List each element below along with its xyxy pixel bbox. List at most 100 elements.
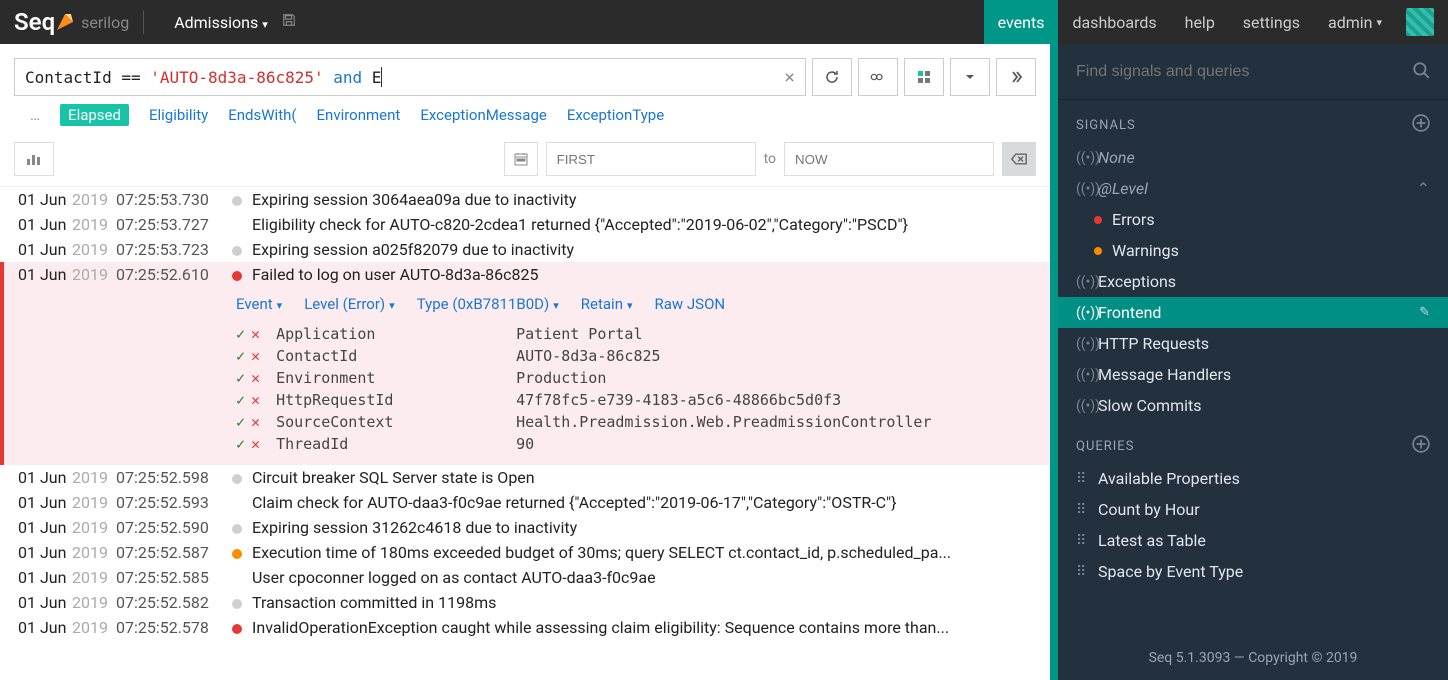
signal-frontend[interactable]: ((•))Frontend✎ [1058, 297, 1448, 328]
nav-dashboards[interactable]: dashboards [1058, 0, 1170, 44]
link-button[interactable] [858, 58, 898, 96]
include-prop-button[interactable]: ✓ [236, 435, 245, 453]
include-prop-button[interactable]: ✓ [236, 391, 245, 409]
events-list: 01 Jun 2019 07:25:53.730 Expiring sessio… [0, 187, 1050, 680]
nav-settings[interactable]: settings [1229, 0, 1314, 44]
suggestion[interactable]: Eligibility [149, 106, 208, 124]
app-name: serilog [81, 13, 129, 32]
calendar-button[interactable] [504, 142, 538, 176]
event-date: 01 Jun [18, 568, 72, 587]
signal-warnings[interactable]: Warnings [1058, 235, 1448, 266]
event-date: 01 Jun [18, 240, 72, 259]
action-retain[interactable]: Retain [581, 295, 633, 313]
event-row[interactable]: 01 Jun 2019 07:25:53.723 Expiring sessio… [0, 237, 1050, 262]
property-value: 90 [516, 435, 534, 453]
property-key: SourceContext [276, 413, 516, 431]
query-space-by-type[interactable]: ⠿Space by Event Type [1058, 556, 1448, 587]
property-key: Environment [276, 369, 516, 387]
nav-events[interactable]: events [984, 0, 1059, 44]
event-row[interactable]: 01 Jun 2019 07:25:52.578 InvalidOperatio… [0, 615, 1050, 640]
property-row: ✓ ✕ Application Patient Portal [236, 323, 1036, 345]
logo: Seq [14, 8, 73, 36]
signal-slow[interactable]: ((•))Slow Commits [1058, 390, 1448, 421]
suggestion[interactable]: Environment [317, 106, 401, 124]
suggestion[interactable]: ExceptionMessage [420, 106, 547, 124]
chevron-up-icon[interactable]: ⌃ [1417, 179, 1430, 198]
suggestion[interactable]: ExceptionType [567, 106, 664, 124]
event-row[interactable]: 01 Jun 2019 07:25:52.593 Claim check for… [0, 490, 1050, 515]
search-icon[interactable] [1412, 61, 1430, 83]
event-time: 07:25:52.578 [116, 618, 226, 637]
expand-button[interactable] [996, 58, 1036, 96]
event-date: 01 Jun [18, 190, 72, 209]
grid-view-button[interactable] [904, 58, 944, 96]
workspace-dropdown[interactable]: Admissions [174, 13, 268, 32]
more-dropdown-button[interactable] [950, 58, 990, 96]
include-prop-button[interactable]: ✓ [236, 413, 245, 431]
event-row[interactable]: 01 Jun 2019 07:25:52.587 Execution time … [0, 540, 1050, 565]
pencil-icon[interactable]: ✎ [1419, 305, 1430, 320]
suggestion-chip[interactable]: Elapsed [60, 104, 129, 126]
event-row[interactable]: 01 Jun 2019 07:25:52.582 Transaction com… [0, 590, 1050, 615]
exclude-prop-button[interactable]: ✕ [251, 391, 260, 409]
exclude-prop-button[interactable]: ✕ [251, 347, 260, 365]
event-year: 2019 [72, 568, 116, 587]
include-prop-button[interactable]: ✓ [236, 347, 245, 365]
property-key: Application [276, 325, 516, 343]
action-raw-json[interactable]: Raw JSON [655, 295, 726, 313]
clear-dates-button[interactable] [1002, 142, 1036, 176]
refresh-button[interactable] [812, 58, 852, 96]
signal-none[interactable]: ((•))None [1058, 142, 1448, 173]
query-input[interactable]: ContactId == 'AUTO-8d3a-86c825' and E × [14, 58, 806, 96]
query-count-by-hour[interactable]: ⠿Count by Hour [1058, 494, 1448, 525]
suggestions: … Elapsed Eligibility EndsWith( Environm… [0, 104, 1050, 136]
nav-help[interactable]: help [1171, 0, 1229, 44]
event-row[interactable]: 01 Jun 2019 07:25:52.585 User cpoconner … [0, 565, 1050, 590]
side-search-input[interactable] [1076, 63, 1412, 81]
action-event[interactable]: Event [236, 295, 282, 313]
event-time: 07:25:52.598 [116, 468, 226, 487]
action-level[interactable]: Level (Error) [304, 295, 395, 313]
nav-admin[interactable]: admin [1314, 0, 1396, 44]
histogram-button[interactable] [14, 142, 54, 176]
date-from-input[interactable] [546, 142, 756, 176]
save-icon[interactable] [282, 13, 296, 31]
include-prop-button[interactable]: ✓ [236, 325, 245, 343]
property-key: ThreadId [276, 435, 516, 453]
date-to-label: to [764, 151, 776, 167]
exclude-prop-button[interactable]: ✕ [251, 325, 260, 343]
query-latest-as-table[interactable]: ⠿Latest as Table [1058, 525, 1448, 556]
event-year: 2019 [72, 215, 116, 234]
date-to-input[interactable] [784, 142, 994, 176]
exclude-prop-button[interactable]: ✕ [251, 413, 260, 431]
add-signal-button[interactable] [1412, 114, 1430, 136]
event-row[interactable]: 01 Jun 2019 07:25:53.730 Expiring sessio… [0, 187, 1050, 212]
suggestion[interactable]: EndsWith( [228, 106, 296, 124]
exclude-prop-button[interactable]: ✕ [251, 369, 260, 387]
signal-handlers[interactable]: ((•))Message Handlers [1058, 359, 1448, 390]
property-row: ✓ ✕ ThreadId 90 [236, 433, 1036, 455]
event-row[interactable]: 01 Jun 2019 07:25:52.590 Expiring sessio… [0, 515, 1050, 540]
add-query-button[interactable] [1412, 435, 1430, 457]
avatar[interactable] [1406, 8, 1434, 36]
event-row[interactable]: 01 Jun 2019 07:25:52.610 Failed to log o… [0, 262, 1050, 287]
query-available-properties[interactable]: ⠿Available Properties [1058, 463, 1448, 494]
event-message: Expiring session 31262c4618 due to inact… [252, 518, 1036, 537]
clear-query-icon[interactable]: × [784, 67, 795, 88]
action-type[interactable]: Type (0xB7811B0D) [417, 295, 559, 313]
exclude-prop-button[interactable]: ✕ [251, 435, 260, 453]
signal-level[interactable]: ((•))@Level⌃ [1058, 173, 1448, 204]
resize-handle[interactable] [1050, 44, 1058, 680]
event-time: 07:25:52.582 [116, 593, 226, 612]
include-prop-button[interactable]: ✓ [236, 369, 245, 387]
signal-http[interactable]: ((•))HTTP Requests [1058, 328, 1448, 359]
signal-errors[interactable]: Errors [1058, 204, 1448, 235]
level-dot-icon [232, 549, 242, 559]
event-time: 07:25:52.585 [116, 568, 226, 587]
more-suggestions-icon[interactable]: … [30, 106, 40, 124]
event-row[interactable]: 01 Jun 2019 07:25:52.598 Circuit breaker… [0, 465, 1050, 490]
event-date: 01 Jun [18, 543, 72, 562]
signal-exceptions[interactable]: ((•))Exceptions [1058, 266, 1448, 297]
level-dot-icon [232, 474, 242, 484]
event-row[interactable]: 01 Jun 2019 07:25:53.727 Eligibility che… [0, 212, 1050, 237]
